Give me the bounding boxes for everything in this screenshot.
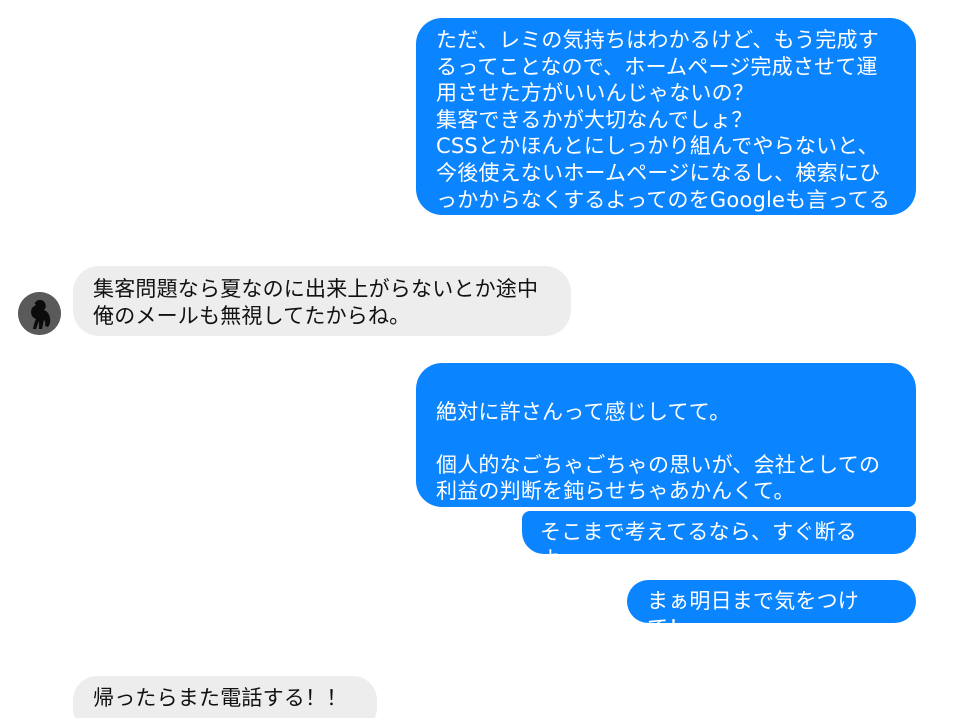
message-thread: ただ、レミの気持ちはわかるけど、もう完成するってことなので、ホームページ完成させ…: [0, 0, 960, 718]
outgoing-message-bubble[interactable]: そこまで考えてるなら、すぐ断るよ。: [522, 511, 916, 571]
outgoing-message-bubble[interactable]: ただ、レミの気持ちはわかるけど、もう完成するってことなので、ホームページ完成させ…: [416, 18, 916, 238]
outgoing-message-bubble[interactable]: 絶対に許さんって感じしてて。 個人的なごちゃごちゃの思いが、会社としての利益の判…: [416, 363, 916, 507]
incoming-message-bubble[interactable]: 集客問題なら夏なのに出来上がらないとか途中俺のメールも無視してたからね。: [73, 266, 571, 336]
incoming-message-bubble[interactable]: 帰ったらまた電話する！！: [73, 676, 377, 718]
outgoing-message-bubble[interactable]: まぁ明日まで気をつけて！: [627, 580, 916, 640]
contact-avatar-icon[interactable]: [18, 292, 61, 335]
